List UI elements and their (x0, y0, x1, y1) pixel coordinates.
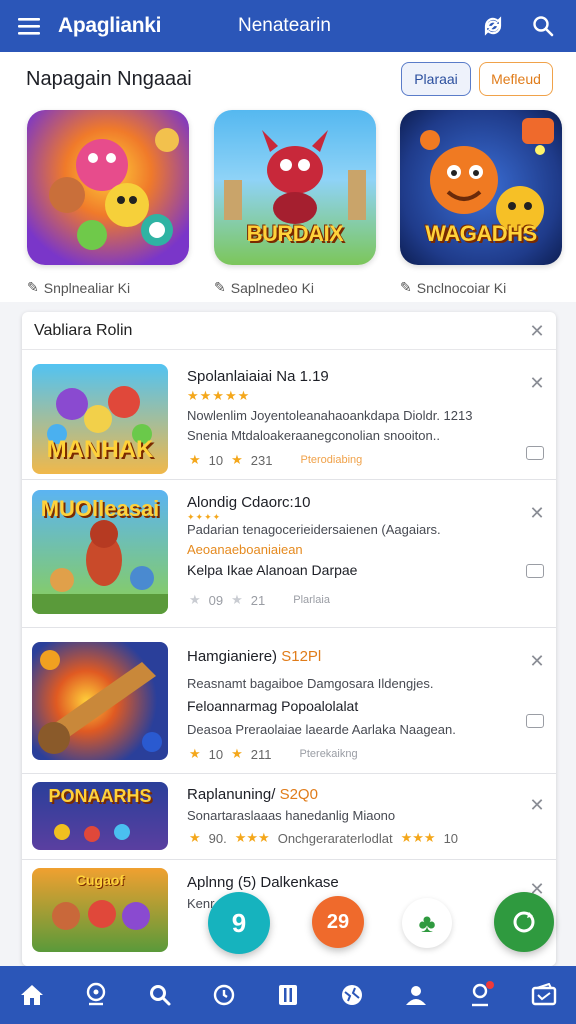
home-icon[interactable] (12, 975, 52, 1015)
item-description: Aeoanaeboaniaiean (187, 542, 303, 557)
star-icon: ★ (231, 452, 243, 467)
close-icon[interactable]: ✕ (526, 320, 548, 342)
featured-card[interactable]: BURDAIX ✎ Saplnedeo Ki (214, 110, 376, 296)
pencil-icon: ✎ (400, 279, 412, 295)
star-icon: ★ (231, 592, 243, 607)
item-description: Reasnamt bagaiboe Damgosara Ildengjes. (187, 676, 434, 691)
results-panel: Vabliara Rolin ✕ MANHAK Spolanlaiaiai Na… (22, 312, 556, 966)
filter-pill-primary[interactable]: Plaraai (401, 62, 471, 96)
star-icon: ★ (189, 452, 201, 467)
item-title[interactable]: Raplanuning/ S2Q0 (187, 786, 318, 803)
pencil-icon: ✎ (214, 279, 226, 295)
game-thumbnail (27, 110, 189, 265)
game-thumbnail: MANHAK (32, 364, 168, 474)
list-item[interactable]: PONAARHS Raplanuning/ S2Q0 Sonartaraslaa… (22, 774, 556, 860)
search-icon[interactable] (518, 0, 568, 52)
game-logo-text: WAGADHS (425, 221, 537, 246)
game-logo-text: Cugaof (75, 872, 125, 888)
menu-icon[interactable] (0, 0, 58, 52)
rating-stars: ★★★ (400, 830, 436, 845)
close-icon[interactable]: ✕ (526, 502, 548, 524)
clover-button[interactable]: ♣ (402, 898, 452, 948)
pause-icon[interactable] (268, 975, 308, 1015)
refresh-icon (513, 911, 535, 933)
clover-icon: ♣ (418, 907, 436, 938)
game-logo-text: PONAARHS (48, 786, 152, 806)
game-thumbnail: MUOlleasai (32, 490, 168, 614)
close-icon[interactable]: ✕ (526, 794, 548, 816)
item-meta: ★ 09 ★ 21 Plarlaia (189, 592, 330, 608)
item-description: Snenia Mtdaloakeraanegconolian snooiton.… (187, 428, 440, 443)
screen-icon[interactable] (526, 446, 544, 460)
featured-section: Napagain Nngaaai Plaraai Mefleud ✎ Snpln… (0, 52, 576, 302)
profile-icon[interactable] (460, 975, 500, 1015)
item-meta: ★ 10 ★ 211 Pterekaikng (189, 746, 358, 762)
game-logo-text: BURDAIX (246, 221, 344, 246)
fab-refresh[interactable] (494, 892, 554, 952)
list-item[interactable]: MANHAK Spolanlaiaiai Na 1.19 ★★★★★ Nowle… (22, 350, 556, 480)
panel-header: Vabliara Rolin ✕ (22, 312, 556, 350)
featured-caption: ✎ Snclnocoiar Ki (400, 279, 507, 296)
featured-title: Napagain Nngaaai (26, 68, 192, 90)
fab-secondary[interactable]: 29 (312, 896, 364, 948)
list-item[interactable]: MUOlleasai Alondig Cdaorc:10 ✦✦✦✦ Padari… (22, 480, 556, 628)
location-icon[interactable] (76, 975, 116, 1015)
list-item[interactable]: Cugaof Aplnng (5) Dalkenkase Kenr ✕ (22, 860, 556, 966)
app-root: Apaglianki Nenatearin Napagain Nngaaai P… (0, 0, 576, 1024)
bottom-nav (0, 966, 576, 1024)
refresh-icon[interactable] (468, 0, 518, 52)
star-icon: ★ (189, 830, 201, 845)
game-logo-text: MUOlleasai (40, 496, 160, 521)
fab-primary[interactable]: 9 (208, 892, 270, 954)
item-description: Nowlenlim Joyentoleanahaoankdapa Dioldr.… (187, 408, 473, 423)
item-description: Padarian tenagocerieidersaienen (Aagaiar… (187, 522, 441, 537)
game-thumbnail: Cugaof (32, 868, 168, 952)
item-title[interactable]: Hamgianiere) S12Pl (187, 648, 321, 665)
close-icon[interactable]: ✕ (526, 372, 548, 394)
item-description: Kelpa Ikae Alanoan Darpae (187, 562, 358, 578)
featured-card[interactable]: ✎ Snplnealiar Ki (27, 110, 189, 296)
screen-icon[interactable] (526, 714, 544, 728)
top-app-bar: Apaglianki Nenatearin (0, 0, 576, 52)
game-thumbnail: WAGADHS (400, 110, 562, 265)
users-icon[interactable] (396, 975, 436, 1015)
item-meta: ★ 10 ★ 231 Pterodiabing (189, 452, 363, 468)
search-icon[interactable] (140, 975, 180, 1015)
globe-icon[interactable] (332, 975, 372, 1015)
new-badge (522, 118, 554, 144)
clock-icon[interactable] (204, 975, 244, 1015)
item-description: Sonartaraslaaas hanedanlig Miaono (187, 808, 396, 823)
list-item[interactable]: Hamgianiere) S12Pl Reasnamt bagaiboe Dam… (22, 628, 556, 774)
item-meta: ★ 90. ★★★ Onchgeraraterlodlat ★★★ 10 (189, 830, 459, 846)
star-icon: ★ (189, 746, 201, 761)
page-title: Nenatearin (238, 15, 331, 36)
panel-title: Vabliara Rolin (34, 321, 133, 339)
item-title[interactable]: Spolanlaiaiai Na 1.19 (187, 368, 329, 385)
featured-card[interactable]: WAGADHS ✎ Snclnocoiar Ki (400, 110, 562, 296)
game-thumbnail: BURDAIX (214, 110, 376, 265)
game-thumbnail: PONAARHS (32, 782, 168, 850)
featured-caption: ✎ Snplnealiar Ki (27, 279, 131, 296)
pencil-icon: ✎ (27, 279, 39, 295)
filter-pill-secondary[interactable]: Mefleud (479, 62, 553, 96)
close-icon[interactable]: ✕ (526, 650, 548, 672)
item-title[interactable]: Aplnng (5) Dalkenkase (187, 874, 339, 891)
featured-caption: ✎ Saplnedeo Ki (214, 279, 315, 296)
game-thumbnail (32, 642, 168, 760)
item-description: Feloannarmag Popoalolalat (187, 698, 359, 714)
screen-icon[interactable] (526, 564, 544, 578)
item-title[interactable]: Alondig Cdaorc:10 (187, 494, 310, 511)
star-icon: ★ (189, 592, 201, 607)
star-icon: ★ (231, 746, 243, 761)
wallet-icon[interactable] (524, 975, 564, 1015)
rating-stars: ★★★ (234, 830, 270, 845)
rating-stars: ★★★★★ (187, 388, 251, 403)
notification-dot (486, 981, 494, 989)
item-description: Deasoa Preraolaiae laearde Aarlaka Naage… (187, 722, 456, 737)
app-brand: Apaglianki (58, 14, 162, 37)
